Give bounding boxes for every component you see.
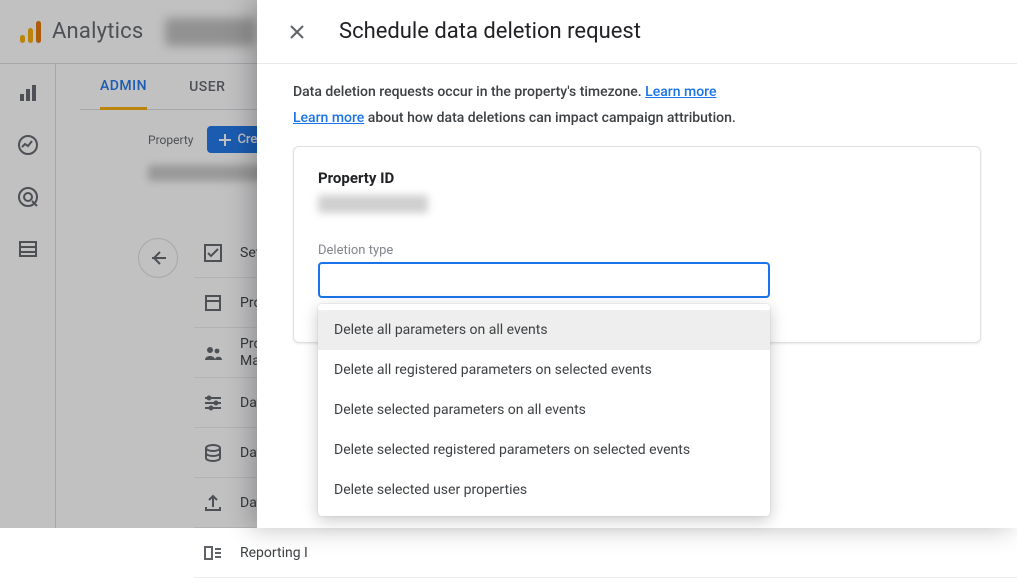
- panel-header: Schedule data deletion request: [257, 0, 1017, 64]
- learn-more-link-1[interactable]: Learn more: [645, 84, 716, 100]
- panel-body: Data deletion requests occur in the prop…: [257, 64, 1017, 343]
- deletion-type-dropdown: Delete all parameters on all events Dele…: [318, 262, 956, 298]
- property-id-label: Property ID: [318, 169, 956, 187]
- option-delete-all-params-all-events[interactable]: Delete all parameters on all events: [318, 310, 770, 350]
- option-delete-selected-params-all-events[interactable]: Delete selected parameters on all events: [318, 390, 770, 430]
- property-id-value-redacted: [318, 195, 428, 213]
- learn-more-link-2[interactable]: Learn more: [293, 110, 364, 126]
- deletion-type-label: Deletion type: [318, 243, 956, 258]
- deletion-type-select[interactable]: [318, 262, 770, 298]
- deletion-type-menu: Delete all parameters on all events Dele…: [318, 304, 770, 516]
- close-icon: [287, 22, 307, 42]
- info-line-2: Learn more about how data deletions can …: [293, 110, 981, 126]
- id-icon: [202, 542, 224, 564]
- option-delete-selected-user-properties[interactable]: Delete selected user properties: [318, 470, 770, 510]
- info-line-1: Data deletion requests occur in the prop…: [293, 84, 981, 100]
- deletion-card: Property ID Deletion type Delete all par…: [293, 146, 981, 343]
- sidebar-item-reporting-identity[interactable]: Reporting I: [194, 528, 1017, 578]
- info1-text: Data deletion requests occur in the prop…: [293, 84, 645, 100]
- panel-title: Schedule data deletion request: [339, 19, 641, 44]
- option-delete-selected-registered-params-selected-events[interactable]: Delete selected registered parameters on…: [318, 430, 770, 470]
- info2-text: about how data deletions can impact camp…: [364, 110, 736, 126]
- close-button[interactable]: [281, 16, 313, 48]
- schedule-deletion-panel: Schedule data deletion request Data dele…: [257, 0, 1017, 528]
- sidebar-item-label: Reporting I: [240, 545, 308, 561]
- option-delete-registered-params-selected-events[interactable]: Delete all registered parameters on sele…: [318, 350, 770, 390]
